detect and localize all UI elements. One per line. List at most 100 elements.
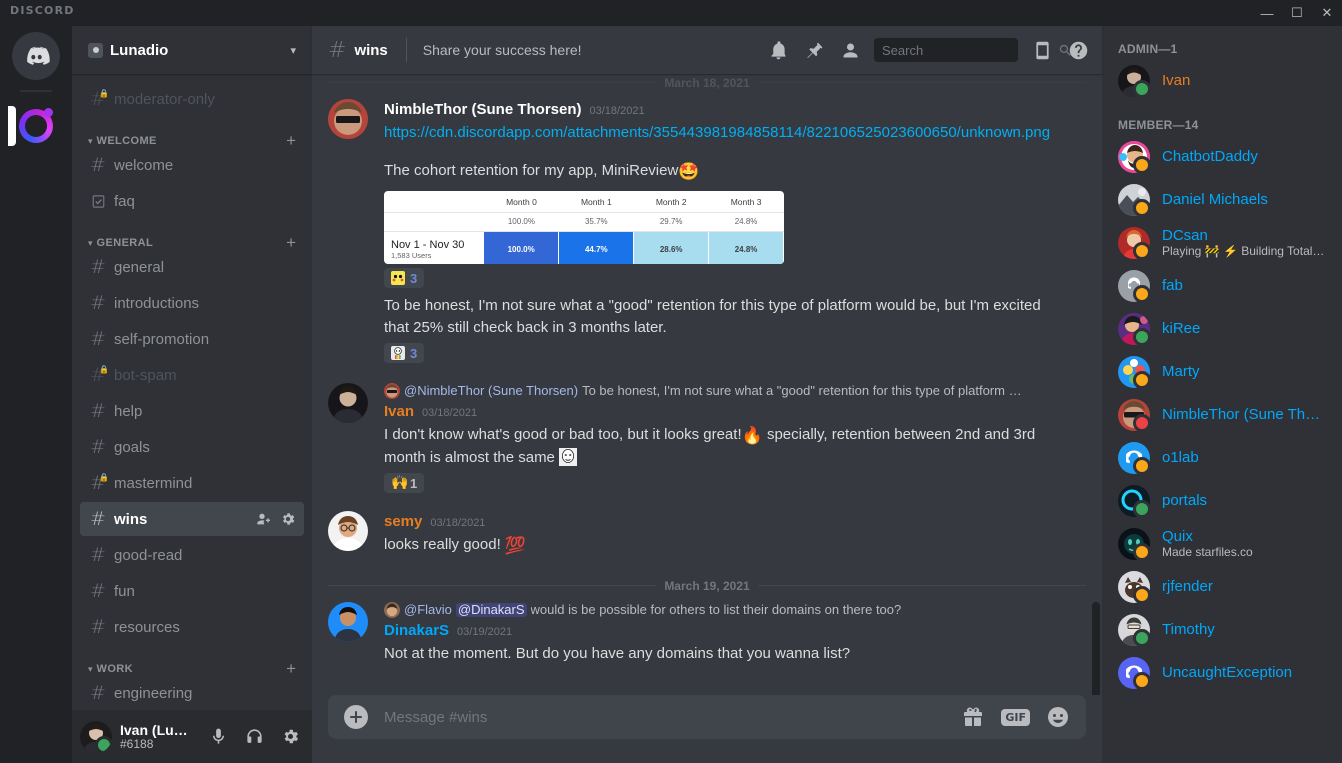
member-row[interactable]: Marty [1110, 351, 1334, 393]
message-list[interactable]: March 18, 2021 NimbleThor (Sune Thorsen)… [312, 74, 1102, 695]
pin-icon [807, 42, 822, 58]
sidebar-item-engineering[interactable]: # engineering [80, 676, 304, 710]
avatar[interactable] [328, 602, 368, 642]
add-channel-button[interactable]: + [286, 132, 304, 149]
status-indicator-idle [1133, 199, 1151, 217]
sidebar-item-mastermind[interactable]: # 🔒 mastermind [80, 466, 304, 500]
gift-button[interactable] [961, 705, 985, 729]
channel-list[interactable]: # 🔒 moderator-only ▾ WELCOME + # welcome faq ▾ GEN… [72, 74, 312, 710]
message-input[interactable] [384, 697, 962, 737]
attachment-link[interactable]: https://cdn.discordapp.com/attachments/3… [384, 124, 1050, 141]
message-scrollbar[interactable] [1092, 74, 1100, 695]
reaction-bar: 3 [384, 268, 1054, 288]
scrollbar-thumb[interactable] [1092, 602, 1100, 695]
server-icon-lunadio[interactable] [8, 102, 60, 150]
member-row[interactable]: DCsan Playing 🚧 ⚡ Building Total E… [1110, 222, 1334, 264]
home-button[interactable] [12, 32, 60, 80]
reaction-chip[interactable]: 3 [384, 343, 425, 363]
invite-icon[interactable] [256, 511, 272, 527]
sidebar-item-bot-spam[interactable]: # 🔒 bot-spam [80, 358, 304, 392]
member-row[interactable]: fab [1110, 265, 1334, 307]
message-composer[interactable]: GIF [328, 695, 1086, 739]
message-text: To be honest, I'm not sure what a "good"… [384, 297, 1041, 336]
member-row[interactable]: kiRee [1110, 308, 1334, 350]
member-row[interactable]: NimbleThor (Sune Th… [1110, 394, 1334, 436]
retention-cell-m0: 100.0% [484, 231, 560, 264]
avatar [1118, 184, 1151, 217]
user-settings-button[interactable] [276, 723, 304, 751]
reply-author[interactable]: @NimbleThor (Sune Thorsen) [404, 383, 578, 398]
attach-file-button[interactable] [344, 705, 368, 729]
reaction-chip[interactable]: 3 [384, 268, 425, 288]
retention-cohort-users: 1,583 Users [391, 251, 432, 261]
add-channel-button[interactable]: + [286, 660, 304, 677]
avatar[interactable] [328, 99, 368, 139]
emoji-button[interactable] [1046, 705, 1070, 729]
avatar[interactable] [328, 511, 368, 551]
sidebar-item-resources[interactable]: # resources [80, 610, 304, 644]
member-list[interactable]: ADMIN—1 Ivan MEMBER—14 ChatbotDaddy Daniel M… [1102, 26, 1342, 763]
sidebar-item-label: bot-spam [114, 366, 177, 384]
avatar-ivan-image [328, 383, 368, 423]
category-welcome[interactable]: ▾ WELCOME + [72, 118, 312, 149]
settings-icon[interactable] [280, 511, 296, 527]
members-icon [843, 43, 857, 57]
member-list-toggle-button[interactable] [834, 34, 866, 66]
message-author[interactable]: semy [384, 511, 422, 533]
sidebar-item-welcome[interactable]: # welcome [80, 148, 304, 182]
guild-header-button[interactable]: Lunadio ▾ [72, 26, 312, 74]
member-row[interactable]: Daniel Michaels [1110, 179, 1334, 221]
reply-context[interactable]: @Flavio @DinakarS would is be possible f… [384, 602, 1054, 618]
gif-button[interactable]: GIF [1001, 708, 1030, 726]
headphones-button[interactable] [240, 723, 268, 751]
message-text: looks really good! 💯 [384, 534, 1054, 557]
sidebar-item-label: general [114, 258, 165, 276]
category-general[interactable]: ▾ GENERAL + [72, 220, 312, 251]
member-row[interactable]: Timothy [1110, 609, 1334, 651]
guild-badge-icon [88, 42, 103, 58]
member-row[interactable]: o1lab [1110, 437, 1334, 479]
sidebar-item-good-read[interactable]: # good-read [80, 538, 304, 572]
avatar[interactable] [328, 383, 368, 423]
microphone-button[interactable] [204, 723, 232, 751]
add-channel-button[interactable]: + [286, 234, 304, 251]
pinned-messages-button[interactable] [798, 34, 830, 66]
notifications-button[interactable] [762, 34, 794, 66]
member-row[interactable]: Quix Made starfiles.co [1110, 523, 1334, 565]
member-row[interactable]: Ivan [1110, 60, 1334, 102]
cohort-retention-image[interactable]: Month 0 Month 1 Month 2 Month 3 100.0% 3… [384, 191, 784, 264]
sidebar-item-goals[interactable]: # goals [80, 430, 304, 464]
member-row[interactable]: UncaughtException [1110, 652, 1334, 694]
member-row[interactable]: portals [1110, 480, 1334, 522]
sidebar-item-wins[interactable]: # wins [80, 502, 304, 536]
user-display-name: Ivan (Lunad… [120, 721, 196, 738]
reply-mention[interactable]: @DinakarS [455, 602, 527, 618]
category-work[interactable]: ▾ WORK + [72, 646, 312, 677]
member-row[interactable]: ChatbotDaddy [1110, 136, 1334, 178]
help-button[interactable] [1062, 34, 1094, 66]
reply-context[interactable]: @NimbleThor (Sune Thorsen) To be honest,… [384, 383, 1054, 399]
inbox-button[interactable] [1026, 34, 1058, 66]
sidebar-item-general[interactable]: # general [80, 250, 304, 284]
reaction-count: 1 [410, 475, 418, 491]
close-button[interactable]: ✕ [1312, 0, 1342, 26]
minimize-button[interactable]: — [1252, 0, 1282, 26]
maximize-button[interactable]: ☐ [1282, 0, 1312, 26]
status-indicator-online [1133, 80, 1151, 98]
message-text-body: The cohort retention for my app, MiniRev… [384, 162, 679, 179]
sidebar-item-moderator-only[interactable]: # 🔒 moderator-only [80, 82, 304, 116]
member-row[interactable]: rjfender [1110, 566, 1334, 608]
sidebar-item-faq[interactable]: faq [80, 184, 304, 218]
sidebar-item-introductions[interactable]: # introductions [80, 286, 304, 320]
message-timestamp: 03/18/2021 [430, 517, 486, 529]
message-author[interactable]: Ivan [384, 401, 414, 423]
sidebar-item-self-promotion[interactable]: # self-promotion [80, 322, 304, 356]
reply-author[interactable]: @Flavio [404, 602, 452, 617]
sidebar-item-fun[interactable]: # fun [80, 574, 304, 608]
sidebar-item-help[interactable]: # help [80, 394, 304, 428]
message-author[interactable]: NimbleThor (Sune Thorsen) [384, 99, 582, 121]
avatar[interactable] [80, 720, 112, 753]
search-box[interactable] [874, 38, 1071, 62]
message-author[interactable]: DinakarS [384, 620, 449, 642]
reaction-chip[interactable]: 🙌 1 [384, 473, 425, 493]
